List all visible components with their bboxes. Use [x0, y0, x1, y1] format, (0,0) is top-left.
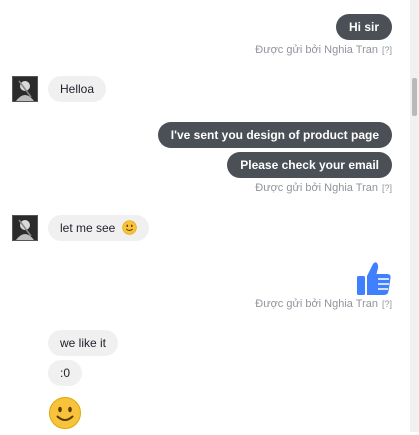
message-text: Please check your email — [240, 158, 379, 172]
message-bubble-incoming[interactable]: Helloa — [48, 76, 107, 102]
message-text: I've sent you design of product page — [170, 128, 379, 142]
smiley-icon — [49, 397, 81, 429]
user-avatar-icon — [13, 216, 37, 240]
emoji-message[interactable] — [48, 396, 82, 430]
message-bubble-outgoing[interactable]: I've sent you design of product page — [157, 122, 392, 148]
sent-by-label: Được gửi bởi Nghia Tran — [255, 298, 378, 310]
scrollbar[interactable] — [410, 0, 419, 432]
message-text: let me see — [60, 221, 116, 235]
scrollbar-thumb[interactable] — [412, 78, 417, 116]
like-sticker[interactable] — [356, 260, 392, 296]
smiley-icon — [122, 220, 137, 235]
help-link[interactable]: [?] — [382, 299, 392, 309]
thumbs-up-icon — [357, 262, 391, 295]
message-text: Hi sir — [348, 20, 379, 34]
user-avatar-icon — [13, 77, 37, 101]
sent-by-label: Được gửi bởi Nghia Tran — [255, 182, 378, 194]
message-text: :0 — [60, 366, 71, 380]
message-bubble-incoming[interactable]: let me see — [48, 215, 149, 241]
sent-by-label: Được gửi bởi Nghia Tran — [255, 44, 378, 56]
message-text: we like it — [60, 336, 107, 350]
chat-thread: Hi sir Được gửi bởi Nghia Tran [?] Helloa… — [0, 0, 410, 432]
message-text: Helloa — [60, 82, 95, 96]
message-bubble-outgoing[interactable]: Please check your email — [227, 152, 392, 178]
avatar[interactable] — [12, 215, 38, 241]
avatar[interactable] — [12, 76, 38, 102]
message-bubble-incoming[interactable]: :0 — [48, 360, 83, 386]
help-link[interactable]: [?] — [382, 183, 392, 193]
sent-by-status: Được gửi bởi Nghia Tran [?] — [255, 44, 392, 56]
sent-by-status: Được gửi bởi Nghia Tran [?] — [255, 182, 392, 194]
message-bubble-incoming[interactable]: we like it — [48, 330, 119, 356]
sent-by-status: Được gửi bởi Nghia Tran [?] — [255, 298, 392, 310]
help-link[interactable]: [?] — [382, 45, 392, 55]
message-bubble-outgoing[interactable]: Hi sir — [335, 14, 392, 40]
